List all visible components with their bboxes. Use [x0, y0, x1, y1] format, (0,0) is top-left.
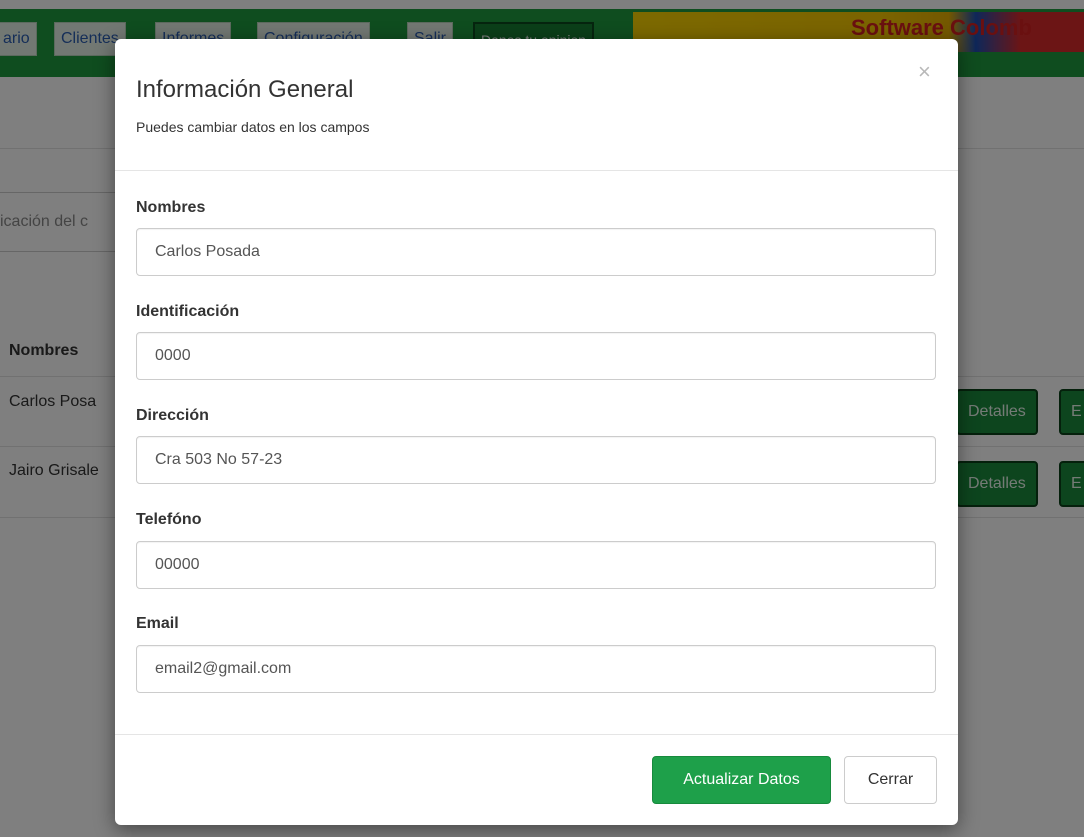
identificacion-label: Identificación	[136, 303, 240, 320]
telefono-label: Telefóno	[136, 511, 202, 528]
modal-subtitle: Puedes cambiar datos en los campos	[136, 119, 370, 135]
edit-client-modal: Información General Puedes cambiar datos…	[115, 39, 958, 825]
close-icon[interactable]: ×	[918, 61, 931, 83]
modal-title: Información General	[136, 76, 354, 103]
nombres-label: Nombres	[136, 199, 206, 216]
telefono-input[interactable]	[136, 541, 936, 589]
identificacion-input[interactable]	[136, 332, 936, 380]
direccion-input[interactable]	[136, 436, 936, 484]
modal-header: Información General Puedes cambiar datos…	[115, 39, 958, 171]
modal-footer: Actualizar Datos Cerrar	[115, 734, 958, 826]
email-label: Email	[136, 615, 179, 632]
direccion-label: Dirección	[136, 407, 209, 424]
email-field[interactable]	[136, 645, 936, 693]
nombres-input[interactable]	[136, 228, 936, 276]
close-button[interactable]: Cerrar	[844, 756, 937, 804]
update-data-button[interactable]: Actualizar Datos	[652, 756, 831, 804]
